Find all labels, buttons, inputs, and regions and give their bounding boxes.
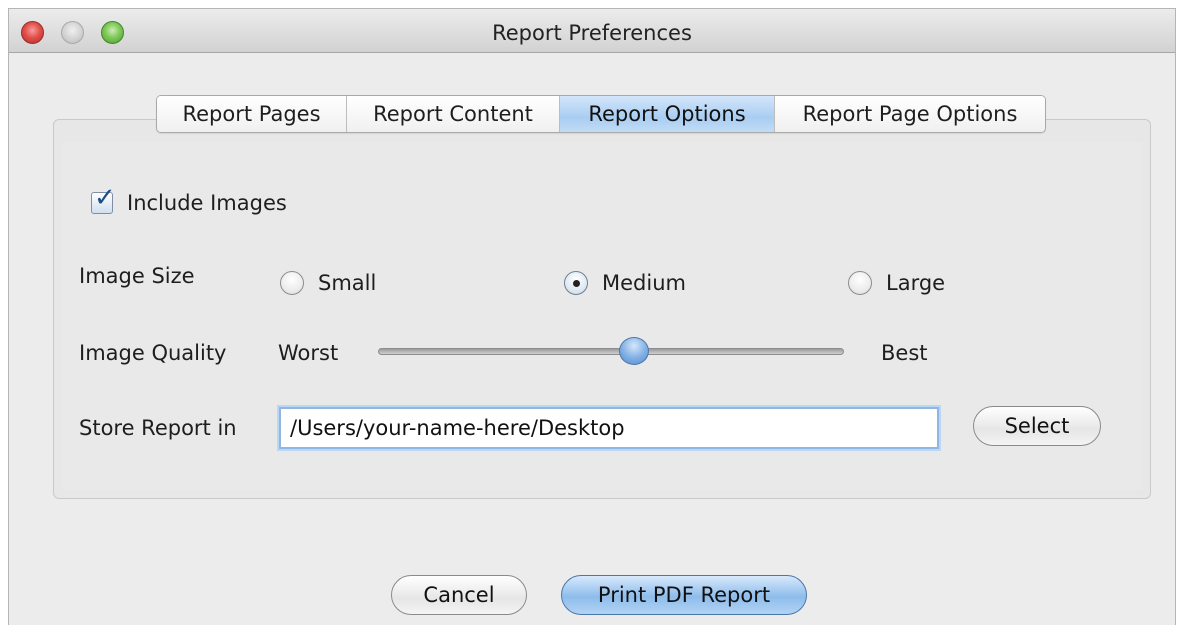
- radio-large[interactable]: [848, 271, 872, 295]
- checkmark-icon: ✓: [94, 183, 116, 213]
- tab-report-options[interactable]: Report Options: [560, 96, 775, 132]
- include-images-checkbox[interactable]: ✓: [91, 185, 116, 214]
- radio-medium-label: Medium: [602, 271, 686, 295]
- image-size-small-option[interactable]: Small: [280, 271, 376, 295]
- quality-min-label: Worst: [278, 341, 339, 365]
- include-images-option: ✓ Include Images: [91, 185, 287, 215]
- tab-report-page-options[interactable]: Report Page Options: [775, 96, 1045, 132]
- radio-selected-dot: [573, 280, 580, 287]
- store-report-path-input[interactable]: [279, 407, 939, 449]
- preferences-tab-bar: Report Pages Report Content Report Optio…: [156, 95, 1046, 133]
- radio-small[interactable]: [280, 271, 304, 295]
- image-quality-label: Image Quality: [79, 341, 227, 365]
- radio-medium[interactable]: [564, 271, 588, 295]
- image-size-label: Image Size: [79, 264, 195, 288]
- tab-report-content[interactable]: Report Content: [347, 96, 560, 132]
- image-size-medium-option[interactable]: Medium: [564, 271, 686, 295]
- radio-small-label: Small: [318, 271, 377, 295]
- image-size-large-option[interactable]: Large: [848, 271, 945, 295]
- include-images-label: Include Images: [127, 191, 287, 215]
- tab-report-pages[interactable]: Report Pages: [157, 96, 347, 132]
- print-pdf-report-button[interactable]: Print PDF Report: [561, 575, 807, 615]
- title-bar: Report Preferences: [9, 9, 1175, 53]
- radio-large-label: Large: [886, 271, 946, 295]
- window-title: Report Preferences: [492, 21, 692, 45]
- report-preferences-window: Report Preferences Report Pages Report C…: [8, 8, 1176, 625]
- image-quality-slider-track[interactable]: [378, 348, 844, 355]
- select-folder-button[interactable]: Select: [973, 406, 1101, 446]
- store-report-label: Store Report in: [79, 416, 237, 440]
- cancel-button[interactable]: Cancel: [391, 575, 527, 615]
- quality-max-label: Best: [881, 341, 928, 365]
